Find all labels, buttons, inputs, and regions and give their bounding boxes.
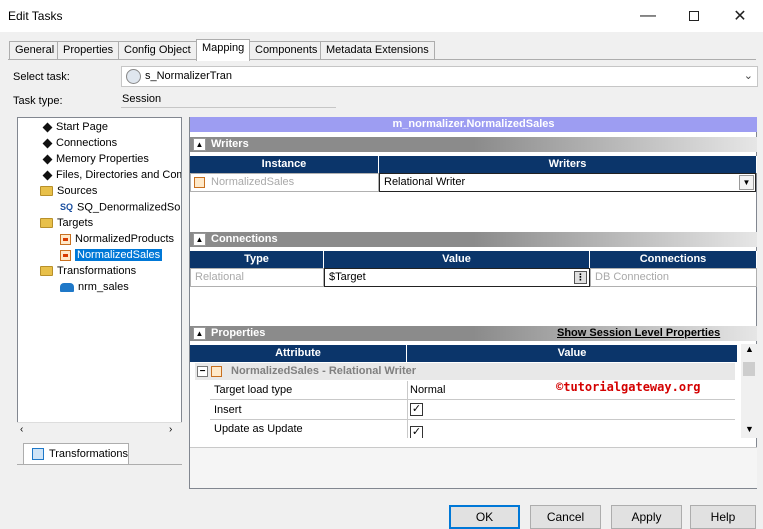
col-instance: Instance — [190, 156, 379, 173]
transformations-icon — [32, 448, 44, 460]
connection-type-cell: Relational — [190, 268, 324, 287]
col-attribute: Attribute — [190, 345, 407, 362]
column-divider — [407, 381, 408, 438]
session-task-icon — [126, 69, 141, 84]
cancel-button[interactable]: Cancel — [530, 505, 601, 529]
close-icon[interactable]: ✕ — [717, 0, 763, 32]
property-row-update-as-update: Update as Update ✓ — [210, 421, 735, 438]
select-task-value: s_NormalizerTran — [145, 70, 233, 82]
select-task-label: Select task: — [13, 71, 70, 83]
node-icon — [42, 170, 53, 181]
browse-connection-icon[interactable]: ⋮ — [574, 271, 587, 284]
tab-general[interactable]: General — [9, 41, 61, 60]
scroll-up-icon[interactable]: ▲ — [745, 344, 754, 354]
tree-item-connections[interactable]: Connections — [42, 136, 117, 151]
watermark: ©tutorialgateway.org — [556, 380, 701, 394]
scrollbar-thumb[interactable] — [743, 362, 755, 376]
tab-strip: General Properties Config Object Mapping… — [0, 39, 763, 61]
tree-horizontal-scrollbar[interactable]: ‹ › — [17, 422, 182, 438]
tree-item-normalized-sales[interactable]: NormalizedSales — [60, 248, 163, 263]
writers-section-bar[interactable]: ▲ Writers — [190, 137, 757, 152]
properties-group-row[interactable]: − NormalizedSales - Relational Writer — [195, 363, 735, 380]
collapse-group-icon[interactable]: − — [197, 366, 208, 377]
tab-transformations[interactable]: Transformations — [23, 443, 129, 465]
scroll-right-icon[interactable]: › — [169, 424, 172, 435]
tree-item-source-qualifier[interactable]: SQSQ_DenormalizedSource — [60, 200, 181, 215]
tree-item-memory-properties[interactable]: Memory Properties — [42, 152, 149, 167]
node-icon — [42, 122, 53, 133]
title-bar: Edit Tasks — ✕ — [0, 0, 763, 32]
ok-button[interactable]: OK — [449, 505, 520, 529]
col-value: Value — [324, 251, 590, 268]
tab-config-object[interactable]: Config Object — [118, 41, 197, 60]
col-prop-value: Value — [407, 345, 738, 362]
collapse-icon[interactable]: ▲ — [193, 233, 206, 246]
task-type-value: Session — [122, 93, 162, 105]
folder-icon — [40, 218, 53, 229]
window-title: Edit Tasks — [8, 9, 63, 23]
collapse-icon[interactable]: ▲ — [193, 138, 206, 151]
tree-item-files-directories[interactable]: Files, Directories and Commands — [42, 168, 181, 183]
connection-value-cell[interactable]: $Target ⋮ — [324, 268, 590, 287]
node-icon — [42, 154, 53, 165]
tab-metadata-extensions[interactable]: Metadata Extensions — [320, 41, 435, 60]
target-icon — [60, 249, 71, 261]
folder-icon — [40, 266, 53, 277]
db-connection-cell: DB Connection — [590, 268, 757, 287]
normalizer-icon — [60, 282, 74, 292]
maximize-icon[interactable] — [671, 0, 717, 32]
source-qualifier-icon: SQ — [60, 202, 74, 212]
tab-divider — [8, 59, 756, 60]
col-connections: Connections — [590, 251, 757, 268]
scroll-down-icon[interactable]: ▼ — [745, 424, 754, 434]
tree-item-sources[interactable]: Sources — [40, 184, 97, 199]
target-icon — [194, 177, 205, 188]
show-session-level-properties-link[interactable]: Show Session Level Properties — [557, 327, 720, 339]
update-as-update-checkbox[interactable]: ✓ — [410, 426, 423, 438]
tab-mapping[interactable]: Mapping — [196, 39, 251, 61]
tree-item-normalized-products[interactable]: NormalizedProducts — [60, 232, 174, 247]
target-icon — [60, 233, 71, 245]
writer-instance-cell: NormalizedSales — [190, 173, 379, 192]
connections-section-bar[interactable]: ▲ Connections — [190, 232, 757, 247]
properties-vertical-scrollbar[interactable]: ▲ ▼ — [741, 344, 757, 438]
folder-icon — [40, 186, 53, 197]
col-type: Type — [190, 251, 324, 268]
description-area — [190, 447, 757, 488]
task-type-label: Task type: — [13, 95, 63, 107]
help-button[interactable]: Help — [690, 505, 756, 529]
node-icon — [42, 138, 53, 149]
tab-properties[interactable]: Properties — [57, 41, 120, 60]
scroll-left-icon[interactable]: ‹ — [20, 424, 23, 435]
property-row-insert: Insert ✓ — [210, 401, 735, 420]
tree-item-start-page[interactable]: Start Page — [42, 120, 108, 135]
tree-item-transformations[interactable]: Transformations — [40, 264, 136, 279]
select-task-dropdown[interactable]: s_NormalizerTran ⌄ — [121, 66, 758, 87]
tree-item-targets[interactable]: Targets — [40, 216, 93, 231]
target-icon — [211, 366, 222, 377]
navigation-tree: Start Page Connections Memory Properties… — [17, 117, 182, 438]
insert-checkbox[interactable]: ✓ — [410, 403, 423, 416]
apply-button[interactable]: Apply — [611, 505, 682, 529]
minimize-icon[interactable]: — — [625, 0, 671, 32]
mapping-name-header: m_normalizer.NormalizedSales — [190, 117, 757, 132]
task-type-field: Session — [121, 93, 336, 108]
tab-components[interactable]: Components — [249, 41, 324, 60]
col-writers: Writers — [379, 156, 757, 173]
tree-item-nrm-sales[interactable]: nrm_sales — [60, 280, 129, 295]
collapse-icon[interactable]: ▲ — [193, 327, 206, 340]
chevron-down-icon[interactable]: ▼ — [739, 175, 754, 190]
chevron-down-icon: ⌄ — [743, 70, 753, 82]
writer-select[interactable]: Relational Writer ▼ — [379, 173, 756, 192]
